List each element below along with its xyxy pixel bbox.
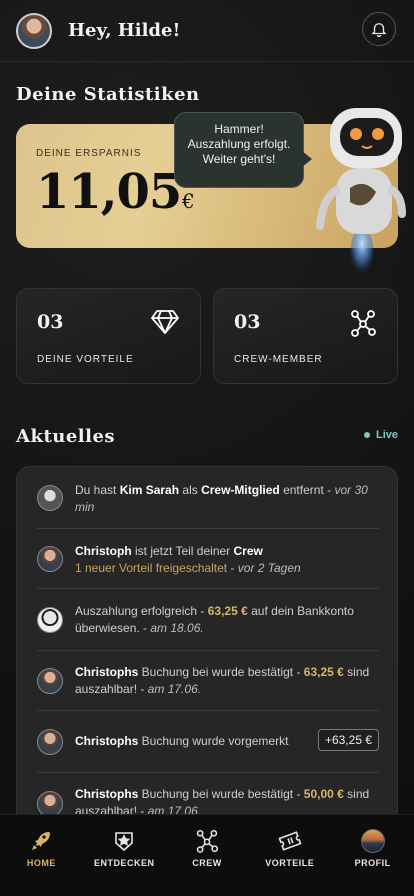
text-part: Buchung bei wurde bestätigt -	[138, 787, 304, 801]
bottom-tab-bar: HOME ENTDECKEN CREW VORTEILE PROFIL	[0, 814, 414, 896]
app-header: Hey, Hilde!	[0, 0, 414, 62]
feed-item-text: Christophs Buchung wurde vorgemerkt	[75, 733, 295, 750]
robot-speech-bubble: Hammer! Auszahlung erfolgt. Weiter geht'…	[174, 112, 312, 188]
diamond-icon	[151, 310, 179, 334]
member-name: Kim Sarah	[119, 483, 180, 497]
tab-benefits[interactable]: VORTEILE	[248, 815, 331, 896]
ticket-icon	[278, 831, 302, 851]
text-part: ist jetzt Teil deiner	[131, 544, 234, 558]
tab-discover-label: ENTDECKEN	[93, 858, 155, 868]
benefits-label: DEINE VORTEILE	[37, 354, 134, 365]
savings-value: 11,05	[36, 164, 182, 220]
unlocked-benefit-link[interactable]: 1 neuer Vorteil freigeschaltet	[75, 561, 227, 575]
text-part: Buchung wurde vorgemerkt	[138, 734, 289, 748]
live-dot-icon	[363, 432, 370, 438]
live-indicator: Live	[363, 429, 398, 441]
pending-amount-badge: +63,25 €	[317, 729, 379, 751]
news-feed[interactable]: Du hast Kim Sarah als Crew-Mitglied entf…	[16, 466, 398, 846]
robot-avatar-icon	[37, 607, 63, 633]
benefits-count: 03	[37, 311, 64, 333]
timestamp: am 18.06.	[150, 621, 204, 635]
amount: 63,25 €	[207, 604, 248, 618]
profile-avatar-icon	[360, 829, 385, 853]
rocket-icon	[32, 832, 51, 850]
timestamp: vor 2 Tagen	[237, 561, 301, 575]
member-name: Christophs	[75, 665, 139, 679]
text-part: als	[179, 483, 202, 497]
tab-home-label: HOME	[26, 858, 56, 868]
crew-text: Crew	[233, 544, 263, 558]
role-text: Crew-Mitglied	[201, 483, 280, 497]
robot-mascot-icon	[316, 108, 406, 280]
tab-profile[interactable]: PROFIL	[331, 815, 414, 896]
text-part: Buchung bei wurde bestätigt -	[138, 665, 304, 679]
stats-section-title: Deine Statistiken	[16, 84, 200, 105]
text-part: -	[227, 561, 238, 575]
tab-crew[interactable]: CREW	[166, 815, 249, 896]
avatar	[37, 546, 63, 572]
feed-item[interactable]: Du hast Kim Sarah als Crew-Mitglied entf…	[17, 467, 397, 529]
bell-icon	[371, 23, 387, 38]
feed-item-text: Auszahlung erfolgreich - 63,25 € auf dei…	[75, 603, 380, 637]
crew-label: CREW-MEMBER	[234, 354, 323, 365]
greeting-title: Hey, Hilde!	[68, 20, 181, 41]
text-part: entfernt -	[279, 483, 335, 497]
avatar	[37, 485, 63, 511]
tab-benefits-label: VORTEILE	[265, 858, 315, 868]
feed-item[interactable]: Christoph ist jetzt Teil deiner Crew 1 n…	[17, 529, 397, 589]
timestamp: am 17.06.	[147, 682, 202, 696]
member-name: Christophs	[75, 787, 139, 801]
notifications-button[interactable]	[362, 12, 396, 46]
member-name: Christophs	[75, 734, 139, 748]
network-icon	[351, 310, 376, 337]
live-label: Live	[375, 429, 398, 441]
feed-item[interactable]: Christophs Buchung wurde vorgemerkt +63,…	[17, 711, 397, 773]
savings-label: DEINE ERSPARNIS	[36, 148, 142, 159]
tab-discover[interactable]: ENTDECKEN	[83, 815, 166, 896]
amount: 63,25 €	[303, 665, 344, 679]
user-avatar[interactable]	[16, 12, 52, 49]
text-part: Du hast	[75, 483, 120, 497]
text-part: Auszahlung erfolgreich -	[75, 604, 208, 618]
network-icon	[196, 829, 219, 853]
amount: 50,00 €	[303, 787, 344, 801]
star-badge-icon	[115, 832, 133, 852]
crew-stat-card[interactable]: 03 CREW-MEMBER	[213, 288, 398, 384]
member-name: Christoph	[75, 544, 132, 558]
tab-profile-label: PROFIL	[354, 858, 391, 868]
benefits-stat-card[interactable]: 03 DEINE VORTEILE	[16, 288, 201, 384]
crew-count: 03	[234, 311, 261, 333]
feed-item[interactable]: Christophs Buchung bei wurde bestätigt -…	[17, 651, 397, 711]
news-section-title: Aktuelles	[16, 426, 116, 447]
tab-crew-label: CREW	[192, 858, 222, 868]
feed-item[interactable]: Auszahlung erfolgreich - 63,25 € auf dei…	[17, 589, 397, 651]
feed-item-text: Du hast Kim Sarah als Crew-Mitglied entf…	[75, 482, 380, 516]
feed-item-text: Christophs Buchung bei wurde bestätigt -…	[75, 664, 380, 698]
feed-item-text: Christoph ist jetzt Teil deiner Crew 1 n…	[75, 543, 380, 577]
avatar	[37, 668, 63, 694]
tab-home[interactable]: HOME	[0, 815, 83, 896]
avatar	[37, 729, 63, 755]
savings-currency: €	[182, 189, 195, 213]
